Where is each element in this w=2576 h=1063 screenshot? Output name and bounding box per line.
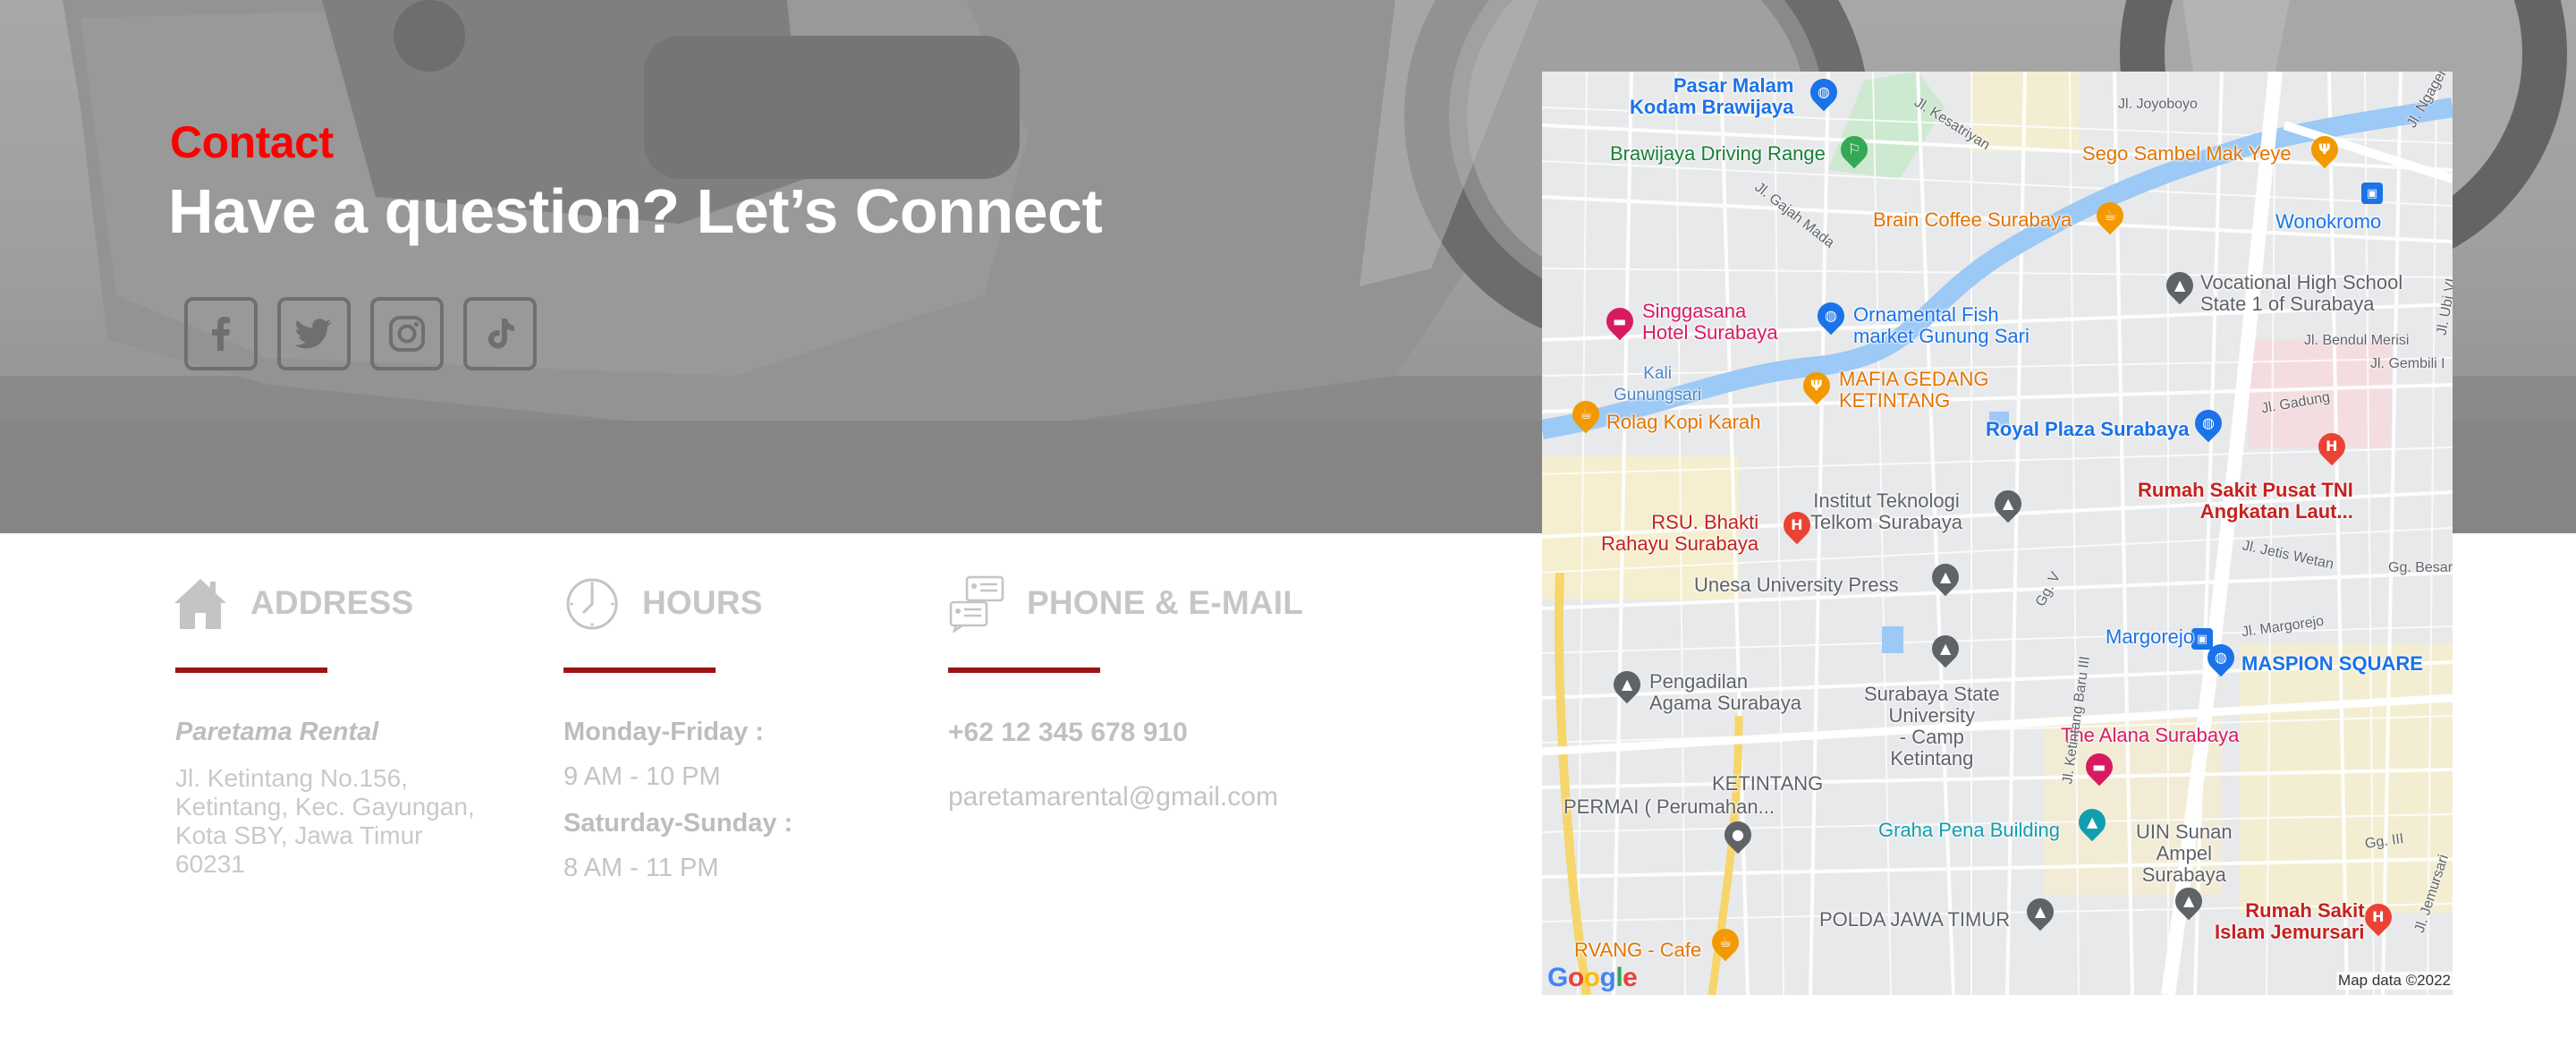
map-label-unesa-press: Unesa University Press xyxy=(1694,574,1899,596)
address-divider xyxy=(175,668,327,673)
clock-icon xyxy=(562,573,623,634)
facebook-icon xyxy=(212,317,230,351)
instagram-icon xyxy=(389,316,425,352)
contact-title: PHONE & E-MAIL xyxy=(1027,584,1304,621)
twitter-icon xyxy=(294,319,332,349)
google-logo: Google xyxy=(1547,963,1638,992)
section-eyebrow: Contact xyxy=(170,117,334,167)
map-label-telkom: Institut Teknologi Telkom Surabaya xyxy=(1810,489,1962,533)
map-label-singgasana: Singgasana Hotel Surabaya xyxy=(1642,300,1778,344)
business-name: Paretama Rental xyxy=(175,718,379,746)
map-label-pengadilan: Pengadilan Agama Surabaya xyxy=(1649,670,1801,714)
map-label-alana: The Alana Surabaya xyxy=(2061,724,2240,746)
map-pin-wonokromo-station[interactable]: ▣ xyxy=(2361,183,2383,204)
contact-header: PHONE & E-MAIL xyxy=(946,569,1303,637)
map-label-driving-range: Brawijaya Driving Range xyxy=(1610,142,1826,165)
map-label-uin: UIN Sunan Ampel Surabaya xyxy=(2136,821,2233,886)
chat-cards-icon xyxy=(946,573,1007,634)
map-label-pasar-malam: Pasar Malam Kodam Brawijaya xyxy=(1630,74,1794,118)
map-label-rs-tni: Rumah Sakit Pusat TNI Angkatan Laut... xyxy=(2138,479,2353,523)
weekday-label: Monday-Friday : xyxy=(564,718,764,746)
street-address: Jl. Ketintang No.156, Ketintang, Kec. Ga… xyxy=(175,764,475,878)
map-label-rs-jemursari: Rumah Sakit Islam Jemursari xyxy=(2215,899,2365,943)
map-label-ketintang: KETINTANG xyxy=(1712,772,1824,795)
tiktok-icon xyxy=(488,319,514,349)
street-label: Jl. Bendul Merisi xyxy=(2304,333,2410,348)
hours-divider xyxy=(564,668,716,673)
map-label-mafia-gedang: MAFIA GEDANG KETINTANG xyxy=(1839,368,1989,412)
weekend-label: Saturday-Sunday : xyxy=(564,809,793,838)
map-attribution: Map data ©2022 xyxy=(2336,972,2453,990)
address-column: ADDRESS Paretama Rental Jl. Ketintang No… xyxy=(170,569,475,878)
map-label-fish-market: Ornamental Fish market Gunung Sari xyxy=(1853,303,2029,347)
address-title: ADDRESS xyxy=(250,584,414,621)
map-label-permai: PERMAI ( Perumahan... xyxy=(1563,795,1775,818)
tiktok-button[interactable] xyxy=(463,297,537,370)
contact-divider xyxy=(948,668,1100,673)
map-label-wonokromo: Wonokromo xyxy=(2275,210,2382,233)
map-label-rsu-bhakti: RSU. Bhakti Rahayu Surabaya xyxy=(1601,511,1759,555)
house-icon xyxy=(170,573,231,634)
map-label-maspion: MASPION SQUARE xyxy=(2241,652,2423,675)
weekday-time: 9 AM - 10 PM xyxy=(564,762,721,791)
street-label: Jl. Gembili I xyxy=(2370,356,2445,371)
location-map[interactable]: ◍ ⚐ Ψ ☕ ▲ ▬ ◍ Ψ ☕ ◍ H ▲ H ▲ ▲ ◍ ▲ ▬ ▲ ● … xyxy=(1542,72,2453,995)
phone-link[interactable]: +62 12 345 678 910 xyxy=(948,718,1188,748)
page-title: Have a question? Let’s Connect xyxy=(168,176,1103,246)
map-label-unesa-campus: Surabaya State University - Camp Ketinta… xyxy=(1864,683,2000,770)
map-label-margorejo: Margorejo xyxy=(2106,625,2195,648)
facebook-button[interactable] xyxy=(184,297,258,370)
street-label: Jl. Joyoboyo xyxy=(2118,97,2198,112)
social-links xyxy=(184,297,537,370)
address-header: ADDRESS xyxy=(170,569,413,637)
map-label-graha-pena: Graha Pena Building xyxy=(1878,819,2061,841)
map-label-kali-gunungsari: Kali Gunungsari xyxy=(1614,364,1702,404)
hours-title: HOURS xyxy=(642,584,763,621)
map-label-brain-coffee: Brain Coffee Surabaya xyxy=(1873,208,2072,231)
contact-column: PHONE & E-MAIL +62 12 345 678 910 pareta… xyxy=(946,569,1303,812)
email-link[interactable]: paretamarental@gmail.com xyxy=(948,782,1278,812)
hours-column: HOURS Monday-Friday : 9 AM - 10 PM Satur… xyxy=(562,569,792,882)
map-label-vocational-school: Vocational High School State 1 of Suraba… xyxy=(2200,271,2403,315)
hours-header: HOURS xyxy=(562,569,763,637)
map-label-sego-sambel: Sego Sambel Mak Yeye xyxy=(2082,142,2292,165)
map-pin-margorejo-station[interactable]: ▣ xyxy=(2191,628,2213,650)
map-label-rolag-kopi: Rolag Kopi Karah xyxy=(1606,411,1761,433)
weekend-time: 8 AM - 11 PM xyxy=(564,854,719,882)
map-label-polda: POLDA JAWA TIMUR xyxy=(1819,908,2011,931)
instagram-button[interactable] xyxy=(370,297,444,370)
map-label-royal-plaza: Royal Plaza Surabaya xyxy=(1986,418,2190,440)
map-label-rvang-cafe: RVANG - Cafe xyxy=(1574,939,1702,961)
twitter-button[interactable] xyxy=(277,297,351,370)
street-label: Gg. Besar S xyxy=(2388,560,2453,575)
